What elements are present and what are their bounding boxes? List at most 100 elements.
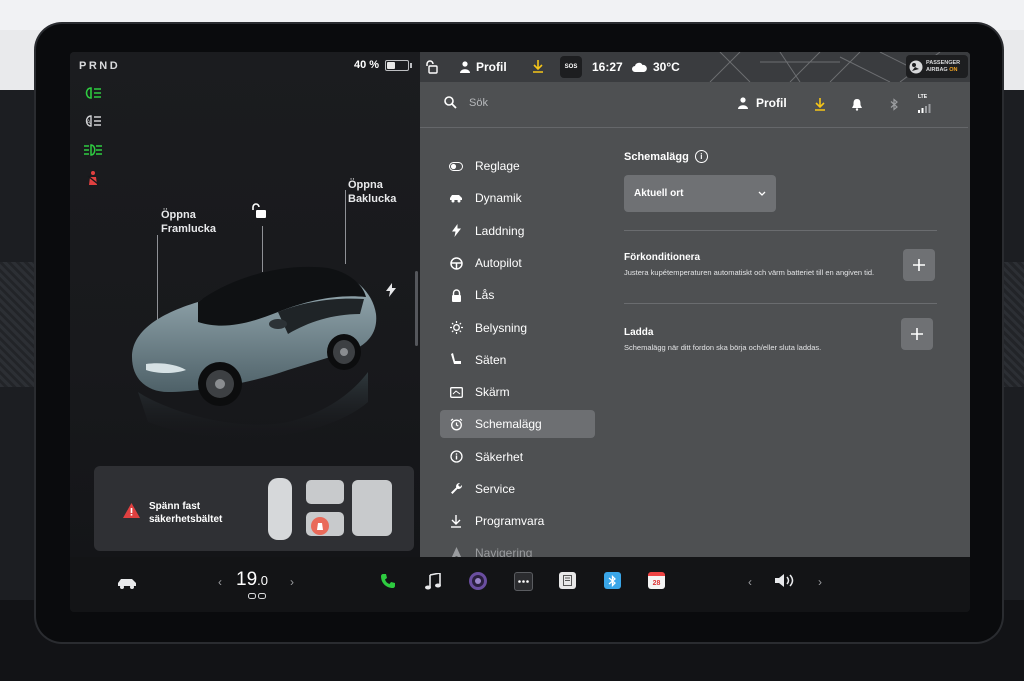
menu-item-label: Säkerhet	[475, 449, 524, 464]
menu-item-programvara[interactable]: Programvara	[440, 505, 595, 537]
software-update-icon[interactable]	[532, 60, 544, 73]
temp-decimal: .0	[257, 573, 268, 588]
settings-panel: Profil SOS 16:27 30°C PASSENGER AIRBAG O…	[420, 52, 970, 560]
add-charge-schedule-button[interactable]	[901, 318, 933, 350]
temp-whole: 19	[236, 569, 258, 590]
toolbar-divider	[420, 127, 968, 128]
clock: 16:27	[592, 60, 623, 74]
touchscreen: PRND 40 % A Öppna Framlucka Öppna Bakluc…	[70, 52, 970, 612]
toolbar-profile-label: Profil	[756, 96, 787, 110]
menu-item-label: Autopilot	[475, 256, 522, 271]
car-icon[interactable]	[116, 576, 138, 590]
charge-title: Ladda	[624, 327, 654, 338]
airbag-line1: PASSENGER	[926, 59, 961, 66]
download-icon[interactable]	[814, 98, 826, 111]
divider-2	[624, 303, 937, 304]
volume-down-button[interactable]: ‹	[748, 575, 752, 589]
menu-item-service[interactable]: Service	[440, 473, 595, 505]
menu-item-säkerhet[interactable]: Säkerhet	[440, 440, 595, 472]
temp-down-button[interactable]: ‹	[218, 575, 222, 589]
status-profile[interactable]: Profil	[460, 60, 507, 74]
menu-item-label: Belysning	[475, 320, 528, 335]
document-icon	[563, 575, 572, 586]
car-view-scrollbar[interactable]	[415, 271, 418, 346]
volume-icon[interactable]	[774, 573, 796, 588]
steering-wheel-icon	[449, 256, 463, 270]
svg-text:A: A	[87, 120, 91, 126]
dots-icon	[518, 580, 529, 583]
location-dropdown[interactable]: Aktuell ort	[624, 175, 776, 212]
menu-item-laddning[interactable]: Laddning	[440, 215, 595, 247]
bluetooth-symbol-icon	[608, 574, 616, 587]
car-status-panel: PRND 40 % A Öppna Framlucka Öppna Bakluc…	[70, 52, 420, 557]
airbag-state: ON	[949, 66, 958, 73]
menu-item-belysning[interactable]: Belysning	[440, 311, 595, 343]
sun-icon	[449, 321, 463, 335]
fog-lights-icon	[84, 144, 102, 156]
battery-icon	[385, 59, 410, 71]
menu-item-label: Lås	[475, 288, 495, 303]
menu-item-label: Service	[475, 481, 516, 496]
menu-item-dynamik[interactable]: Dynamik	[440, 182, 595, 214]
trunk-label-line2: Baklucka	[348, 193, 397, 205]
seat-occupancy-diagram	[268, 478, 392, 540]
toolbar-profile[interactable]: Profil	[738, 96, 787, 110]
menu-item-säten[interactable]: Säten	[440, 344, 595, 376]
sos-button[interactable]: SOS	[560, 56, 582, 78]
search-field[interactable]: Sök	[444, 96, 488, 109]
phone-icon[interactable]	[380, 573, 396, 589]
location-dropdown-value: Aktuell ort	[634, 188, 684, 199]
menu-item-label: Schemalägg	[475, 417, 542, 432]
battery-tip	[410, 62, 413, 68]
frunk-label-line2: Framlucka	[161, 223, 217, 235]
menu-item-schemalägg[interactable]: Schemalägg	[440, 410, 595, 439]
airbag-line2: AIRBAG	[926, 66, 948, 73]
battery-indicator: 40 %	[354, 59, 413, 71]
alert-message: Spänn fast säkerhetsbältet	[149, 500, 222, 526]
auto-high-beam-icon: A	[85, 115, 101, 127]
unlock-status-icon[interactable]	[426, 60, 438, 74]
music-icon[interactable]	[425, 573, 441, 590]
download-icon	[449, 514, 463, 528]
signal-strength-icon	[918, 104, 931, 113]
climate-icon[interactable]	[248, 593, 266, 600]
info-icon[interactable]: i	[694, 150, 708, 163]
gear-selector: PRND	[79, 60, 121, 72]
volume-up-button[interactable]: ›	[818, 575, 822, 589]
camera-icon[interactable]	[468, 571, 488, 591]
seatbelt-alert[interactable]: Spänn fast säkerhetsbältet	[94, 466, 414, 551]
profile-icon	[460, 61, 470, 73]
menu-item-label: Reglage	[475, 159, 520, 174]
car-icon	[449, 191, 463, 205]
bluetooth-app-icon[interactable]	[604, 572, 621, 589]
schedule-section-title: Schemalägg i	[624, 150, 708, 163]
more-icon[interactable]	[514, 572, 533, 591]
notification-bell-icon[interactable]	[851, 98, 863, 111]
calendar-icon[interactable]: 28	[648, 572, 665, 589]
add-precondition-button[interactable]	[903, 249, 935, 281]
menu-item-skärm[interactable]: Skärm	[440, 376, 595, 408]
trunk-label[interactable]: Öppna Baklucka	[348, 178, 396, 206]
cabin-temperature[interactable]: 19.0	[236, 569, 268, 591]
menu-item-autopilot[interactable]: Autopilot	[440, 247, 595, 279]
precondition-title: Förkonditionera	[624, 252, 701, 263]
toybox-icon[interactable]	[559, 572, 576, 589]
calendar-day: 28	[652, 580, 661, 587]
settings-menu: Reglage Dynamik Laddning Autopilot Lås Belysn…	[440, 150, 595, 570]
seat-icon	[449, 353, 463, 367]
lte-signal: LTE	[918, 94, 932, 118]
toggle-icon	[449, 159, 463, 173]
charge-description: Schemalägg när ditt fordon ska börja och…	[624, 343, 822, 352]
menu-item-lås[interactable]: Lås	[440, 279, 595, 311]
bluetooth-icon[interactable]	[889, 98, 899, 111]
chevron-down-icon	[758, 191, 766, 196]
lock-icon	[449, 288, 463, 302]
temp-up-button[interactable]: ›	[290, 575, 294, 589]
menu-item-label: Säten	[475, 352, 507, 367]
alert-line2: säkerhetsbältet	[149, 514, 223, 525]
precondition-description: Justera kupétemperaturen automatiskt och…	[624, 268, 875, 277]
frunk-label-line1: Öppna	[161, 209, 196, 221]
frunk-label[interactable]: Öppna Framlucka	[161, 208, 216, 236]
unlock-icon[interactable]	[251, 203, 269, 219]
menu-item-reglage[interactable]: Reglage	[440, 150, 595, 182]
